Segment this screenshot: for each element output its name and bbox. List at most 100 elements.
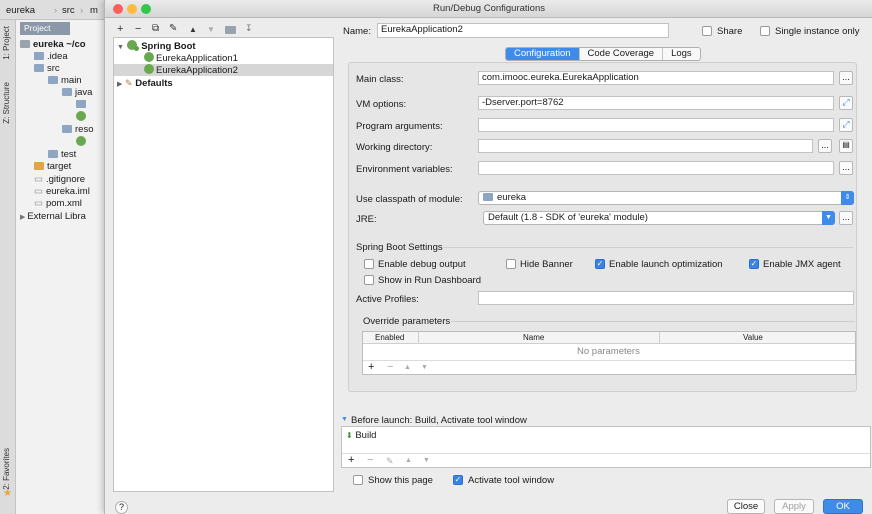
ok-button[interactable]: OK [823,499,863,514]
hide-banner-checkbox[interactable] [506,259,516,269]
macro-icon[interactable]: ▤ [839,139,853,153]
launch-optimization-checkbox[interactable]: ✓ [595,259,605,269]
before-launch-list: ⬇ Build + − ✎ ▲ ▼ [341,426,871,468]
main-class-input[interactable]: com.imooc.eureka.EurekaApplication [478,71,834,85]
single-instance-checkbox[interactable] [760,26,770,36]
zoom-window-icon[interactable] [141,4,151,14]
side-tab-structure[interactable]: Z: Structure [2,82,11,124]
jmx-agent-label: Enable JMX agent [763,259,841,270]
up-icon[interactable]: ▲ [189,25,197,34]
project-tree-node[interactable]: eureka ~/co [20,39,86,50]
run-dashboard-checkbox[interactable] [364,275,374,285]
classpath-select[interactable]: eureka ⇕ [478,191,854,205]
chevron-down-icon[interactable]: ▼ [341,416,348,423]
env-vars-input[interactable] [478,161,834,175]
add-icon[interactable]: + [368,361,374,373]
program-args-input[interactable] [478,118,834,132]
breadcrumb-eureka[interactable]: eureka [6,5,35,16]
working-dir-input[interactable] [478,139,813,153]
env-vars-browse-button[interactable]: ... [839,161,853,175]
folder-icon[interactable] [225,26,236,34]
main-class-browse-button[interactable]: ... [839,71,853,85]
project-tree-node[interactable]: test [48,149,76,160]
side-tab-favorites[interactable]: 2: Favorites [2,448,11,490]
close-window-icon[interactable] [113,4,123,14]
show-this-page-checkbox[interactable] [353,475,363,485]
close-button[interactable]: Close [727,499,765,514]
remove-icon[interactable]: − [367,454,373,466]
remove-icon[interactable]: − [387,361,393,373]
column-name[interactable]: Name [523,332,544,344]
wrench-icon[interactable]: ✎ [169,23,177,34]
project-tree-node[interactable]: ▭ pom.xml [34,198,82,209]
project-tree-label: .idea [47,51,68,62]
sort-icon[interactable]: ↧ [245,23,253,34]
tree-node-defaults[interactable]: ▶ ✎ Defaults [114,77,333,89]
tree-item-eureka1[interactable]: EurekaApplication1 [114,52,333,64]
edit-icon[interactable]: ✎ [386,456,394,467]
env-vars-label: Environment variables: [356,164,453,175]
down-icon[interactable]: ▼ [421,364,428,371]
down-icon[interactable]: ▼ [423,457,430,464]
breadcrumb-separator: › [80,5,84,16]
tree-item-label: EurekaApplication2 [156,65,238,76]
project-tree-node[interactable]: ▭ eureka.iml [34,186,90,197]
project-tree-node[interactable]: ▭ .gitignore [34,174,85,185]
jre-select[interactable]: Default (1.8 - SDK of 'eureka' module) ▼ [483,211,835,225]
column-value[interactable]: Value [743,332,763,344]
activate-tool-window-checkbox[interactable]: ✓ [453,475,463,485]
copy-icon[interactable]: ⧉ [152,23,159,34]
project-tree-node[interactable] [76,136,88,148]
project-tree-label: eureka ~/co [33,39,86,50]
apply-button[interactable]: Apply [774,499,814,514]
enable-debug-checkbox[interactable] [364,259,374,269]
expand-icon[interactable]: ⤢ [839,118,853,132]
side-tab-project[interactable]: 1: Project [2,26,11,60]
name-input[interactable]: EurekaApplication2 [377,23,669,38]
jre-browse-button[interactable]: ... [839,211,853,225]
remove-icon[interactable]: − [135,23,141,35]
add-icon[interactable]: + [348,454,354,466]
folder-icon [34,162,44,170]
project-tree-node[interactable]: target [34,161,71,172]
star-icon: ★ [3,488,12,499]
minimize-window-icon[interactable] [127,4,137,14]
vm-options-input[interactable]: -Dserver.port=8762 [478,96,834,110]
chevron-updown-icon: ⇕ [841,191,854,205]
column-enabled[interactable]: Enabled [375,332,404,344]
project-tree-node[interactable] [76,111,88,123]
folder-icon [76,100,86,108]
jmx-agent-checkbox[interactable]: ✓ [749,259,759,269]
override-table: Enabled Name Value No parameters + − ▲ ▼ [362,331,856,375]
add-icon[interactable]: + [117,23,123,35]
project-tree-node[interactable]: reso [62,124,93,135]
vm-options-label: VM options: [356,99,407,110]
name-label: Name: [343,26,371,37]
project-tree-label: main [61,75,82,86]
up-icon[interactable]: ▲ [404,364,411,371]
project-tree-node[interactable] [76,99,89,110]
expand-icon[interactable]: ⤢ [839,96,853,110]
breadcrumb-src[interactable]: src [62,5,75,16]
tree-node-spring-boot[interactable]: ▼ Spring Boot [114,40,333,52]
help-button[interactable]: ? [115,501,128,514]
down-icon[interactable]: ▼ [207,25,215,34]
project-tree-node[interactable]: ▶ External Libra [20,211,86,222]
active-profiles-input[interactable] [478,291,854,305]
project-tree-node[interactable]: java [62,87,92,98]
tree-item-eureka2[interactable]: EurekaApplication2 [114,64,333,76]
project-tree-node[interactable]: .idea [34,51,68,62]
up-icon[interactable]: ▲ [405,457,412,464]
project-tab[interactable]: Project [20,22,70,35]
share-checkbox[interactable] [702,26,712,36]
section-divider [451,321,855,322]
project-tree-node[interactable]: src [34,63,60,74]
before-launch-item-build[interactable]: ⬇ Build [346,430,376,442]
spring-boot-app-icon [76,111,86,121]
tab-configuration[interactable]: Configuration [506,48,580,60]
tab-code-coverage[interactable]: Code Coverage [580,48,664,60]
tab-logs[interactable]: Logs [663,48,700,60]
project-tree-node[interactable]: main [48,75,82,86]
breadcrumb-m[interactable]: m [90,5,98,16]
working-dir-browse-button[interactable]: ... [818,139,832,153]
